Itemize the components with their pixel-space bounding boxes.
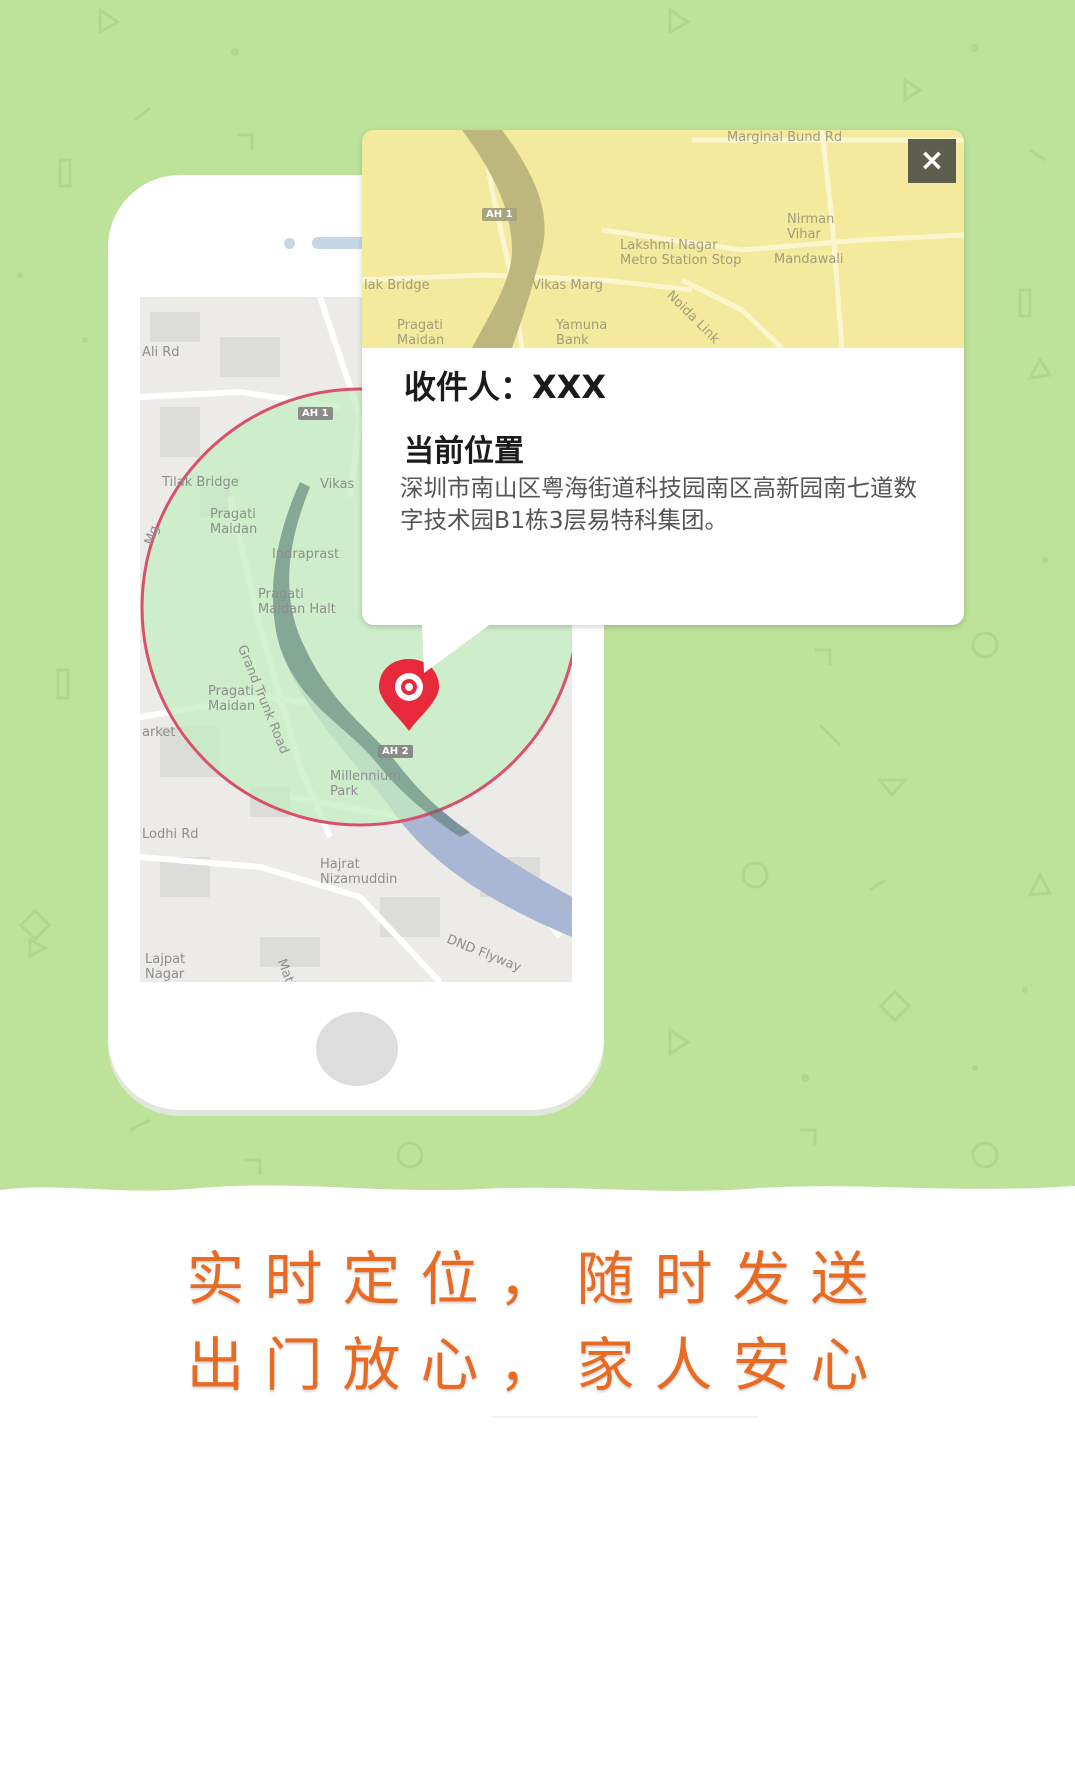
popup-map-label: Marginal Bund Rd — [727, 130, 843, 145]
map-label: Pragati Maidan Halt — [258, 587, 336, 617]
popup-map-label: Nirman Vihar — [787, 212, 835, 242]
slogan-line-2: 出门放心，家人安心 — [186, 1331, 889, 1399]
wave-edge — [0, 1185, 1075, 1210]
location-info-popup: Marginal Bund Rd AH 1 Lakshmi Nagar Metr… — [362, 130, 964, 673]
popup-map-label: Yamuna Bank — [556, 318, 608, 348]
popup-road-badge: AH 1 — [482, 208, 517, 221]
slogan-line-1: 实时定位，随时发送 — [186, 1245, 889, 1313]
current-location-title: 当前位置 — [404, 434, 524, 469]
address-text: 深圳市南山区粤海街道科技园南区高新园南七道数字技术园B1栋3层易特科集团。 — [400, 474, 917, 534]
popup-map-label: Mandawali — [774, 252, 844, 267]
map-label: Vikas — [320, 477, 355, 492]
map-label: Millennium Park — [330, 769, 402, 799]
map-label: Lodhi Rd — [142, 827, 199, 842]
road-badge: AH 2 — [378, 745, 413, 758]
popup-pointer — [422, 623, 492, 673]
popup-map-label: Vikas Marg — [532, 278, 603, 293]
divider — [492, 1416, 758, 1418]
recipient-label: 收件人：XXX — [404, 368, 607, 406]
map-label: Pragati Maidan — [210, 507, 258, 537]
map-label: Hajrat Nizamuddin — [320, 857, 398, 887]
map-label: Lajpat Nagar — [145, 952, 186, 982]
popup-map-label: Lakshmi Nagar Metro Station Stop — [620, 238, 742, 268]
map-label: arket — [142, 725, 176, 740]
popup-map-label: lak Bridge — [364, 278, 430, 293]
popup-map-label: Pragati Maidan — [397, 318, 445, 348]
close-button[interactable]: × — [908, 139, 956, 183]
phone-camera — [284, 238, 295, 249]
map-label: Tilak Bridge — [162, 475, 239, 490]
popup-map-thumbnail: Marginal Bund Rd AH 1 Lakshmi Nagar Metr… — [362, 130, 964, 348]
road-badge: AH 1 — [298, 407, 333, 420]
phone-home-button[interactable] — [316, 1012, 398, 1086]
map-label: Indraprast — [272, 547, 340, 562]
map-label: Ali Rd — [142, 345, 180, 360]
